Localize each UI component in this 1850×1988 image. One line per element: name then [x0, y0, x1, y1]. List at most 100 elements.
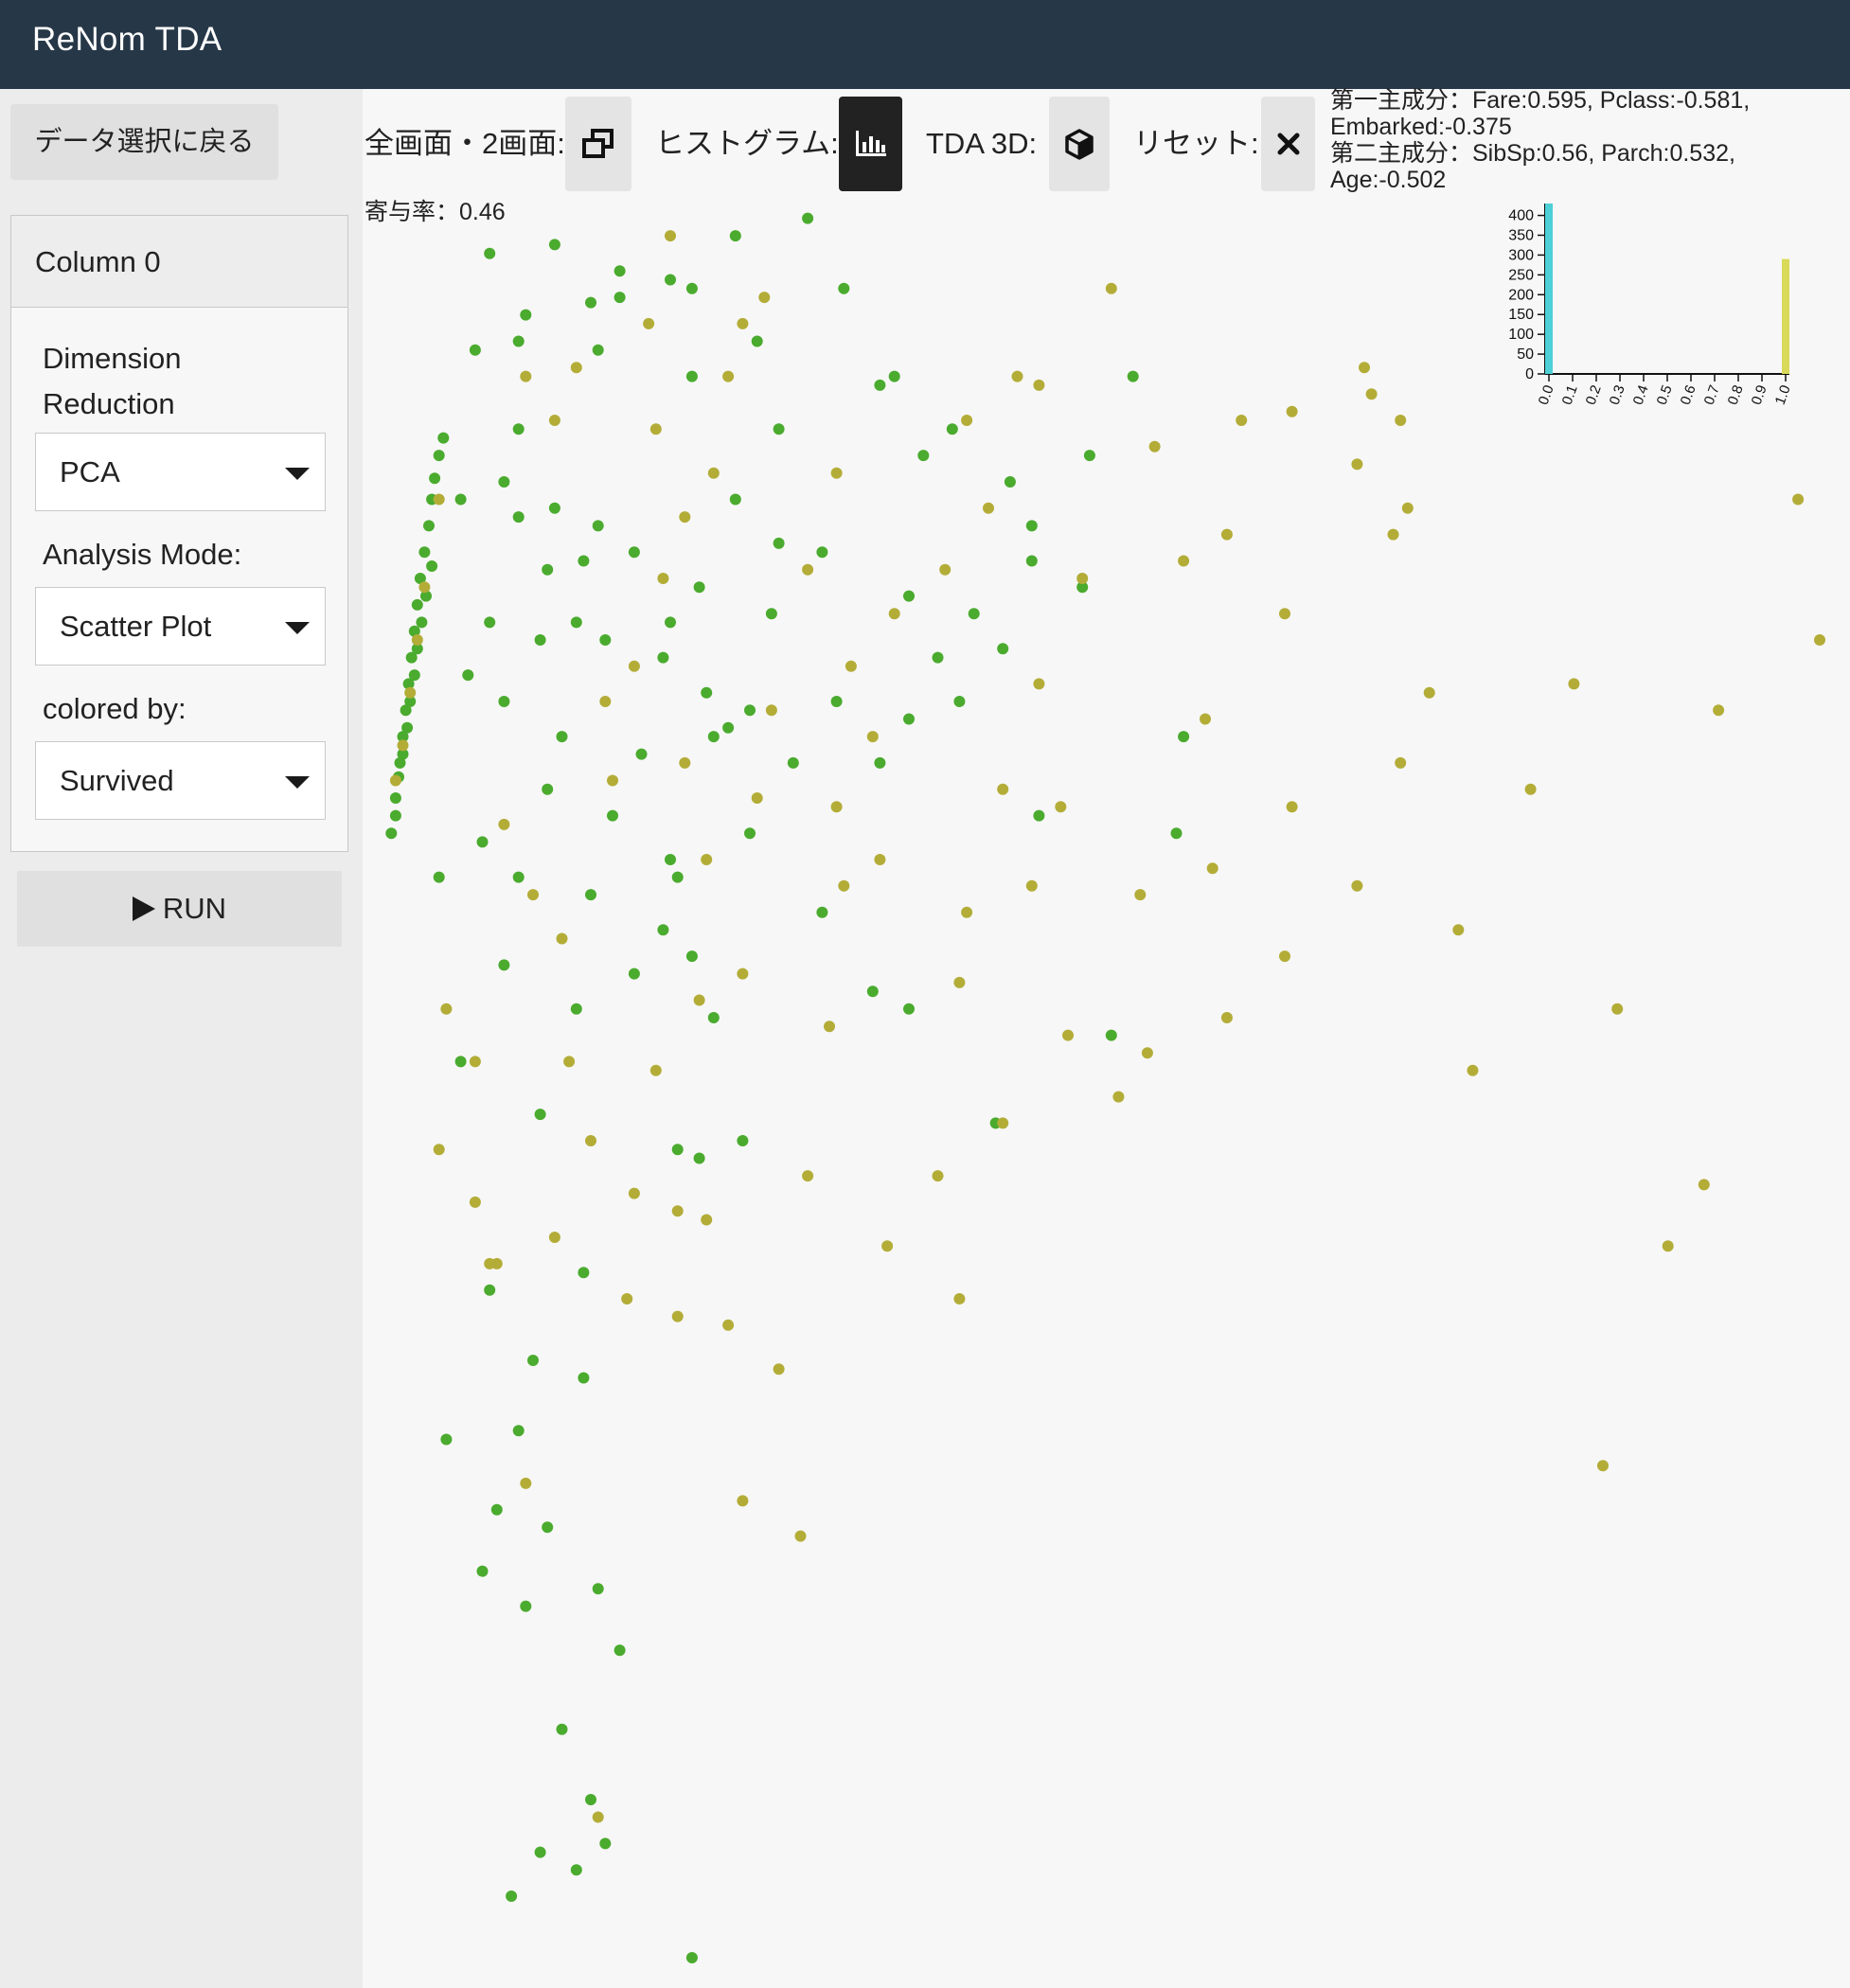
scatter-point	[1662, 1240, 1674, 1252]
scatter-point	[997, 783, 1009, 795]
scatter-point	[802, 1170, 814, 1182]
scatter-point	[939, 563, 952, 576]
scatter-point	[1395, 756, 1407, 769]
scatter-point	[548, 239, 560, 251]
scatter-point	[418, 546, 431, 559]
pc1-loadings: 第一主成分：Fare:0.595, Pclass:-0.581, Embarke…	[1330, 87, 1751, 140]
colored-by-value: Survived	[60, 764, 174, 797]
scatter-point	[1011, 370, 1023, 382]
scatter-point	[1004, 476, 1016, 488]
panel-title[interactable]: Column 0	[11, 216, 347, 308]
scatter-point	[607, 809, 618, 822]
scatter-point	[1220, 528, 1233, 541]
play-icon	[132, 896, 155, 921]
histogram-toggle-button[interactable]	[839, 97, 902, 191]
dimension-reduction-select[interactable]: PCA	[35, 433, 326, 511]
scatter-point	[671, 1205, 684, 1217]
scatter-point	[722, 370, 735, 382]
scatter-point	[1359, 362, 1370, 374]
analysis-mode-select[interactable]: Scatter Plot	[35, 587, 326, 666]
scatter-point	[816, 906, 828, 918]
scatter-point	[1286, 405, 1298, 417]
scatter-point	[693, 1152, 705, 1164]
scatter-point	[953, 1293, 966, 1305]
scatter-point	[498, 696, 510, 707]
scatter-point	[548, 415, 560, 426]
scatter-point	[679, 756, 691, 769]
scatter-point	[665, 854, 676, 865]
scatter-point	[469, 344, 481, 356]
scatter-point	[1112, 1091, 1125, 1103]
scatter-point	[498, 476, 510, 488]
scatter-point	[961, 415, 973, 426]
scatter-point	[968, 608, 980, 620]
scatter-point	[592, 344, 604, 356]
scatter-point	[512, 511, 525, 524]
scatter-point	[599, 1837, 612, 1850]
scatter-point	[665, 616, 676, 629]
colored-by-select[interactable]: Survived	[35, 741, 326, 820]
app-header: ReNom TDA	[0, 0, 1850, 89]
reset-button[interactable]	[1261, 97, 1315, 191]
scatter-point	[903, 590, 915, 602]
scatter-point	[520, 370, 532, 382]
scatter-point	[440, 1433, 453, 1446]
scatter-point	[744, 827, 756, 840]
scatter-point	[1568, 678, 1580, 690]
scatter-point	[506, 1890, 518, 1902]
fullscreen-toggle-button[interactable]	[565, 97, 631, 191]
scatter-point	[729, 230, 741, 242]
scatter-point	[824, 1021, 835, 1033]
tda-3d-toggle-button[interactable]	[1049, 97, 1110, 191]
scatter-point	[628, 1187, 640, 1199]
scatter-point	[1236, 415, 1248, 426]
scatter-point	[548, 502, 560, 514]
scatter-point	[437, 432, 450, 444]
run-button[interactable]: RUN	[17, 871, 342, 947]
scatter-point	[1134, 889, 1147, 901]
scatter-point	[953, 976, 966, 988]
scatter-point	[592, 520, 604, 532]
scatter-point	[693, 581, 705, 594]
scatter-point	[816, 546, 828, 559]
scatter-point	[599, 634, 612, 646]
pc2-loadings: 第二主成分：SibSp:0.56, Parch:0.532, Age:-0.50…	[1330, 140, 1735, 193]
scatter-point	[520, 309, 532, 321]
scatter-point	[484, 616, 496, 629]
scatter-point	[592, 1583, 604, 1595]
scatter-point	[484, 247, 496, 259]
scatter-point	[426, 560, 438, 572]
scatter-point	[462, 669, 474, 682]
pca-scatter-plot[interactable]	[363, 189, 1850, 1988]
scatter-point	[1220, 1012, 1233, 1023]
scatter-point	[758, 292, 771, 304]
scatter-point	[1033, 379, 1045, 391]
scatter-point	[874, 854, 886, 865]
scatter-point	[773, 1363, 785, 1376]
scatter-point	[614, 265, 626, 277]
dimension-reduction-label: Dimension Reduction	[43, 336, 260, 427]
scatter-point	[802, 563, 814, 576]
scatter-point	[592, 1811, 604, 1823]
scatter-point	[830, 696, 843, 707]
scatter-point	[903, 713, 915, 725]
back-to-data-select-button[interactable]: データ選択に戻る	[10, 104, 278, 180]
scatter-point	[1279, 950, 1290, 963]
scatter-point	[1055, 801, 1067, 813]
scatter-point	[874, 379, 886, 391]
scatter-point	[657, 924, 669, 936]
scatter-point	[737, 1135, 749, 1146]
scatter-point	[838, 282, 850, 294]
chevron-down-icon	[285, 468, 310, 480]
scatter-point	[671, 1310, 684, 1322]
scatter-point	[556, 932, 568, 945]
scatter-point	[707, 1012, 720, 1023]
scatter-point	[1423, 686, 1435, 699]
scatter-point	[542, 783, 554, 795]
colored-by-label: colored by:	[43, 692, 187, 725]
app-title: ReNom TDA	[32, 21, 222, 58]
scatter-point	[685, 1952, 698, 1963]
scatter-point	[527, 1355, 539, 1366]
scatter-point	[983, 502, 994, 514]
scatter-point	[454, 493, 467, 506]
